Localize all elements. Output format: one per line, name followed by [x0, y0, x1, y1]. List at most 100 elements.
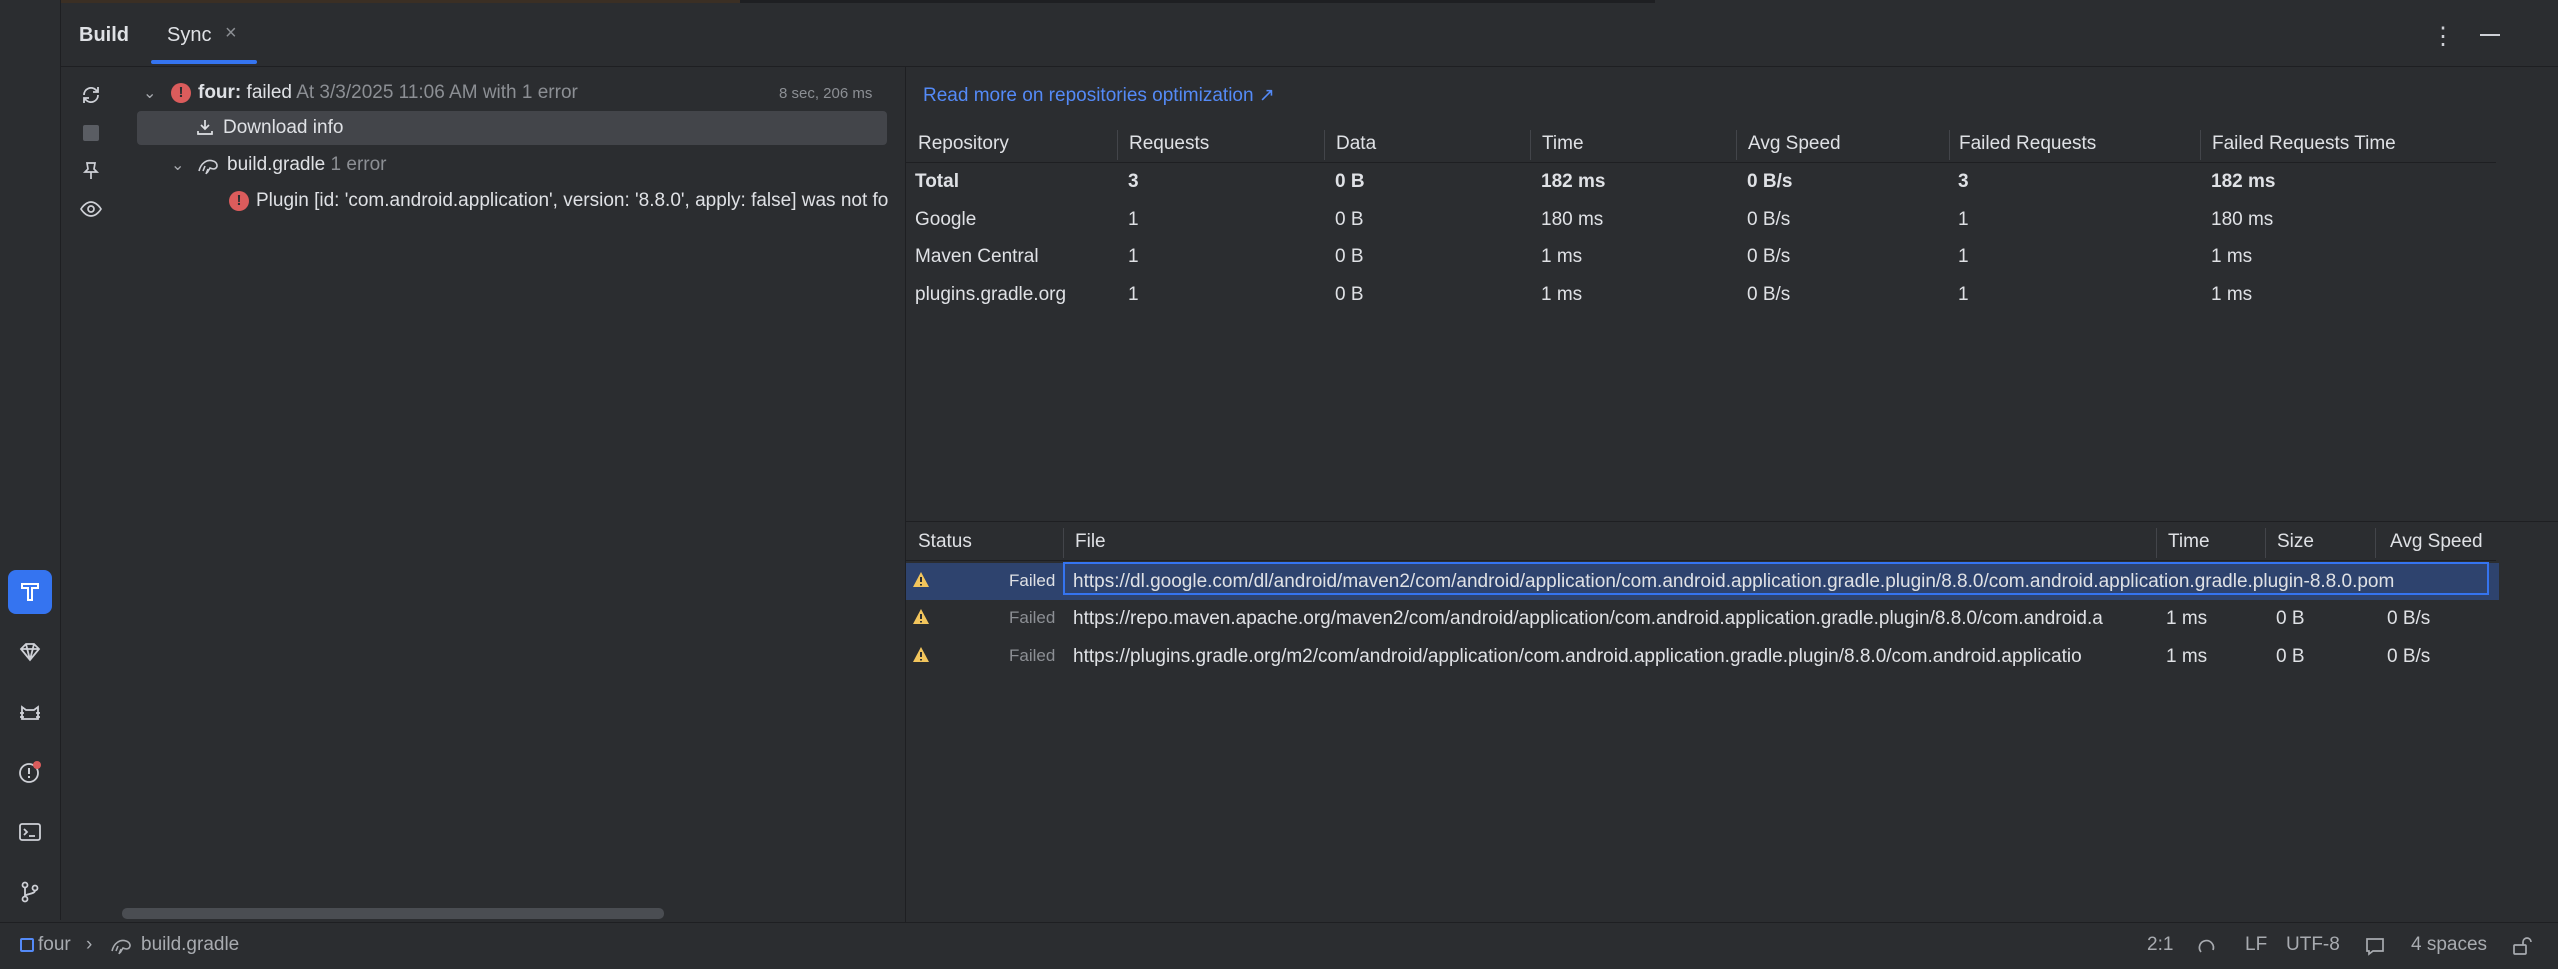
- file-cell: https://repo.maven.apache.org/maven2/com…: [1073, 608, 2103, 629]
- cell: 3: [1958, 171, 1969, 192]
- cat-icon[interactable]: [8, 690, 52, 734]
- column-header[interactable]: Time: [1542, 133, 1584, 155]
- cell: 1 ms: [2211, 284, 2253, 305]
- status-cell: Failed: [1009, 646, 1056, 665]
- table-row[interactable]: Failed https://dl.google.com/dl/android/…: [906, 562, 2499, 600]
- column-header[interactable]: Size: [2277, 531, 2314, 553]
- cell: 0 B: [1335, 171, 1365, 192]
- gradle-file-name: build.gradle: [227, 154, 326, 175]
- column-header[interactable]: Data: [1336, 133, 1376, 155]
- more-icon[interactable]: ⋮: [2431, 22, 2455, 51]
- table-row[interactable]: plugins.gradle.org 1 0 B 1 ms 0 B/s 1 1 …: [906, 276, 2496, 313]
- pin-icon[interactable]: [77, 157, 105, 185]
- cell: 1: [1958, 246, 1969, 267]
- root-name: four:: [198, 82, 242, 103]
- table-row[interactable]: Failed https://repo.maven.apache.org/mav…: [906, 600, 2496, 637]
- active-tab-indicator: [151, 60, 257, 64]
- cell: 0 B/s: [1747, 246, 1791, 267]
- tree-root[interactable]: ⌄ ! four: failed At 3/3/2025 11:06 AM wi…: [123, 76, 905, 110]
- column-header[interactable]: Avg Speed: [1748, 133, 1841, 155]
- requests-table-header: Status File Time Size Avg Speed: [906, 522, 2496, 561]
- file-cell: https://plugins.gradle.org/m2/com/androi…: [1073, 646, 2082, 667]
- breadcrumb-file[interactable]: build.gradle: [141, 934, 239, 956]
- column-header[interactable]: Failed Requests: [1959, 133, 2096, 155]
- cell: Total: [915, 171, 959, 192]
- cell: 0 B/s: [2387, 608, 2431, 629]
- cell: 1: [1958, 209, 1969, 230]
- line-ending[interactable]: LF: [2245, 934, 2267, 956]
- build-icon[interactable]: [8, 570, 52, 614]
- gem-icon[interactable]: [8, 630, 52, 674]
- cell: 180 ms: [2211, 209, 2274, 230]
- repositories-table-header: Repository Requests Data Time Avg Speed …: [906, 124, 2496, 163]
- column-header[interactable]: Avg Speed: [2390, 531, 2483, 553]
- error-row[interactable]: ! Plugin [id: 'com.android.application',…: [123, 184, 905, 218]
- column-header[interactable]: Failed Requests Time: [2212, 133, 2396, 155]
- lock-icon[interactable]: [2511, 935, 2533, 963]
- repositories-optimization-link[interactable]: Read more on repositories optimization ↗: [923, 84, 1275, 107]
- cell: 1: [1128, 246, 1139, 267]
- chevron-down-icon[interactable]: ⌄: [171, 155, 184, 175]
- error-icon: !: [171, 83, 191, 103]
- cell: Maven Central: [915, 246, 1039, 267]
- sync-icon[interactable]: [77, 81, 105, 109]
- file-cell: https://dl.google.com/dl/android/maven2/…: [1073, 571, 2395, 592]
- cell: 182 ms: [2211, 171, 2276, 192]
- breadcrumb-project[interactable]: four: [38, 934, 71, 956]
- git-icon[interactable]: [8, 870, 52, 914]
- column-header[interactable]: Requests: [1129, 133, 1209, 155]
- cell: 0 B/s: [1747, 284, 1791, 305]
- cell: 1 ms: [1541, 246, 1583, 267]
- caret-position[interactable]: 2:1: [2147, 934, 2173, 956]
- file-encoding[interactable]: UTF-8: [2286, 934, 2340, 956]
- cell: 0 B/s: [2387, 646, 2431, 667]
- cell: 1: [1128, 284, 1139, 305]
- tab-sync[interactable]: Sync: [167, 24, 211, 47]
- status-cell: Failed: [1009, 608, 1056, 627]
- tab-build[interactable]: Build: [79, 24, 129, 47]
- warning-icon: [912, 608, 930, 631]
- cell: 1: [1958, 284, 1969, 305]
- cell: 0 B: [1335, 284, 1364, 305]
- download-info-panel: Read more on repositories optimization ↗…: [906, 67, 2558, 922]
- table-row[interactable]: Google 1 0 B 180 ms 0 B/s 1 180 ms: [906, 201, 2496, 238]
- sync-tree: ⌄ ! four: failed At 3/3/2025 11:06 AM wi…: [123, 67, 906, 922]
- build-gradle-row[interactable]: ⌄ build.gradle 1 error: [123, 148, 905, 182]
- cell: 1 ms: [1541, 284, 1583, 305]
- eye-icon[interactable]: [77, 195, 105, 223]
- root-duration: 8 sec, 206 ms: [779, 85, 873, 102]
- column-header[interactable]: Status: [918, 531, 972, 553]
- download-label: Download info: [223, 117, 344, 138]
- cell: 3: [1128, 171, 1139, 192]
- stop-icon[interactable]: [77, 119, 105, 147]
- problems-icon[interactable]: [8, 750, 52, 794]
- cell: 0 B: [2276, 646, 2305, 667]
- table-row[interactable]: Failed https://plugins.gradle.org/m2/com…: [906, 638, 2496, 675]
- project-icon: [20, 938, 34, 952]
- terminal-icon[interactable]: [8, 810, 52, 854]
- indent-settings[interactable]: 4 spaces: [2411, 934, 2487, 956]
- status-bar: four › build.gradle 2:1 LF UTF-8 4 space…: [0, 922, 2558, 969]
- tool-window-header: Build Sync × ⋮: [61, 8, 2558, 67]
- minimize-icon[interactable]: [2480, 34, 2500, 36]
- cell: 1 ms: [2166, 646, 2208, 667]
- root-detail: At 3/3/2025 11:06 AM with 1 error: [296, 82, 578, 103]
- column-header[interactable]: Repository: [918, 133, 1009, 155]
- table-row[interactable]: Total 3 0 B 182 ms 0 B/s 3 182 ms: [906, 163, 2496, 200]
- column-header[interactable]: File: [1075, 531, 1106, 553]
- column-header[interactable]: Time: [2168, 531, 2210, 553]
- table-row[interactable]: Maven Central 1 0 B 1 ms 0 B/s 1 1 ms: [906, 238, 2496, 275]
- cell: 182 ms: [1541, 171, 1606, 192]
- error-message: Plugin [id: 'com.android.application', v…: [256, 190, 889, 211]
- reader-mode-icon[interactable]: [2364, 935, 2386, 963]
- horizontal-scrollbar[interactable]: [122, 908, 664, 919]
- close-icon[interactable]: ×: [225, 22, 237, 45]
- download-info-row[interactable]: Download info: [137, 111, 887, 145]
- power-save-icon[interactable]: [2196, 935, 2218, 963]
- cell: plugins.gradle.org: [915, 284, 1067, 305]
- gradle-icon: [110, 935, 134, 961]
- gradle-error-count: 1 error: [330, 154, 387, 175]
- chevron-down-icon[interactable]: ⌄: [143, 83, 156, 103]
- root-status: failed: [246, 82, 292, 103]
- cell: 1 ms: [2166, 608, 2208, 629]
